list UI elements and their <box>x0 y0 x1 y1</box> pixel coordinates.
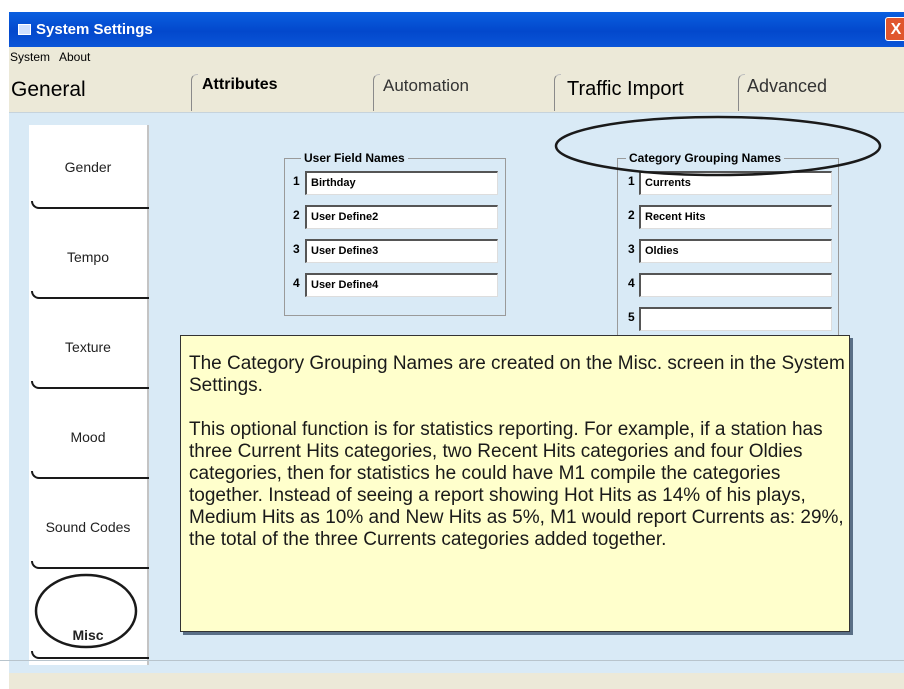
annotation-ellipse-category-grouping <box>554 115 882 177</box>
callout-paragraph: The Category Grouping Names are created … <box>189 353 845 396</box>
annotation-ellipse-misc <box>34 573 138 649</box>
explanation-callout: The Category Grouping Names are created … <box>180 335 850 632</box>
window-bottom-border <box>0 660 904 661</box>
callout-paragraph: This optional function is for statistics… <box>189 419 844 550</box>
